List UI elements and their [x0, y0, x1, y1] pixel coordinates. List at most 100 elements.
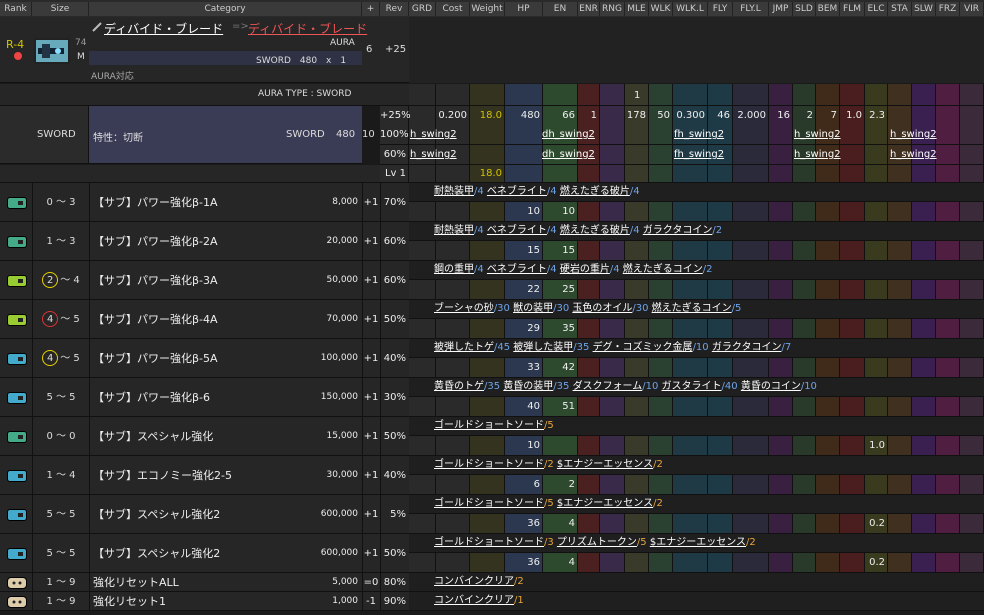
swing-motion-link[interactable]: fh_swing2	[674, 129, 724, 140]
stat-cell	[733, 241, 769, 261]
upgrade-stat-elc: 1.0	[869, 440, 885, 451]
arrow-chip-icon[interactable]	[7, 469, 27, 482]
material-link[interactable]: ガラクタコイン	[712, 342, 782, 353]
material-link[interactable]: 黄昏のトゲ	[434, 381, 484, 392]
material-link[interactable]: $エナジーエッセンス	[557, 459, 653, 470]
column-header[interactable]: Category	[89, 2, 362, 16]
material-link[interactable]: ゴールドショートソード	[434, 459, 544, 470]
material-link[interactable]: ゴールドショートソード	[434, 420, 544, 431]
column-header[interactable]: FLY.L	[733, 2, 769, 16]
stat-cell	[600, 84, 625, 106]
column-header[interactable]: FRZ	[936, 2, 960, 16]
material-count: /5	[731, 303, 742, 314]
arrow-chip-icon[interactable]	[7, 547, 27, 560]
sword-item-icon[interactable]	[34, 38, 70, 64]
column-header[interactable]: JMP	[769, 2, 793, 16]
material-count: /35	[553, 381, 570, 392]
face-icon[interactable]	[7, 576, 27, 589]
column-header[interactable]: STA	[888, 2, 912, 16]
material-link[interactable]: 燃えたぎるコイン	[652, 303, 732, 314]
swing-motion-link[interactable]: h_swing2	[410, 149, 457, 160]
material-link[interactable]: 黄昏の装甲	[503, 381, 553, 392]
arrow-chip-icon[interactable]	[7, 508, 27, 521]
item-name-link[interactable]: ディバイド・ブレード	[104, 20, 223, 37]
stat-cell	[600, 125, 625, 145]
stat-cell	[600, 397, 625, 417]
column-header[interactable]: VIR	[960, 2, 984, 16]
material-count: /2	[653, 459, 663, 470]
col-divider	[89, 222, 90, 261]
swing-motion-link[interactable]: h_swing2	[794, 129, 841, 140]
swing-motion-link[interactable]: dh_swing2	[542, 149, 595, 160]
column-header[interactable]: Weight	[470, 2, 505, 16]
swing-motion-link[interactable]: fh_swing2	[674, 149, 724, 160]
chip-icon[interactable]	[7, 235, 27, 248]
material-link[interactable]: 獣の装甲	[513, 303, 553, 314]
material-link[interactable]: ブーシャの砂	[434, 303, 494, 314]
material-link[interactable]: 被弾したトゲ	[434, 342, 494, 353]
column-header[interactable]: +	[362, 2, 380, 16]
column-header[interactable]: Rev	[380, 2, 409, 16]
material-link[interactable]: プリズムトークン	[557, 537, 637, 548]
column-header[interactable]: RNG	[600, 2, 625, 16]
material-link[interactable]: 耐熱装甲	[434, 186, 474, 197]
material-link[interactable]: 耐熱装甲	[434, 225, 474, 236]
material-link[interactable]: 燃えたぎるコイン	[623, 264, 703, 275]
column-header[interactable]: Cost	[436, 2, 470, 16]
material-link[interactable]: 鋼の重甲	[434, 264, 474, 275]
material-link[interactable]: 硬岩の重片	[560, 264, 610, 275]
material-link[interactable]: 被弾した装甲	[513, 342, 573, 353]
stat-cell	[769, 514, 793, 534]
arrow-chip-icon[interactable]	[7, 352, 27, 365]
material-link[interactable]: $エナジーエッセンス	[650, 537, 746, 548]
column-header[interactable]: ENR	[578, 2, 600, 16]
material-link[interactable]: 燃えたぎる破片	[560, 225, 630, 236]
material-link[interactable]: 玉色のオイル	[572, 303, 632, 314]
column-header[interactable]: FLY	[708, 2, 733, 16]
arrow-chip-icon[interactable]	[7, 391, 27, 404]
material-link[interactable]: ダスクフォーム	[573, 381, 643, 392]
swing-motion-link[interactable]: h_swing2	[794, 149, 841, 160]
column-header[interactable]: Rank	[0, 2, 32, 16]
battery-icon[interactable]	[7, 313, 27, 326]
face-icon[interactable]	[7, 595, 27, 608]
stat-cell	[733, 475, 769, 495]
material-link[interactable]: ゴールドショートソード	[434, 537, 544, 548]
upgrade-cost: 5,000	[332, 577, 358, 587]
column-header[interactable]: WLK	[649, 2, 673, 16]
material-link[interactable]: ガスタライト	[662, 381, 722, 392]
material-link[interactable]: $エナジーエッセンス	[557, 498, 653, 509]
material-link[interactable]: 燃えたぎる破片	[560, 186, 630, 197]
material-link[interactable]: コンバインクリア	[434, 576, 514, 587]
stat-cell	[733, 125, 769, 145]
chip-icon[interactable]	[7, 430, 27, 443]
column-header[interactable]: ELC	[865, 2, 888, 16]
material-link[interactable]: ベネブライト	[487, 186, 547, 197]
material-link[interactable]: ゴールドショートソード	[434, 498, 544, 509]
battery-icon[interactable]	[7, 274, 27, 287]
column-header[interactable]: MLE	[625, 2, 649, 16]
column-header[interactable]: SLW	[912, 2, 936, 16]
swing-motion-link[interactable]: h_swing2	[410, 129, 457, 140]
material-link[interactable]: 黄昏のコイン	[741, 381, 801, 392]
material-link[interactable]: ベネブライト	[487, 225, 547, 236]
column-header[interactable]: EN	[543, 2, 578, 16]
stat-mle: 178	[626, 110, 646, 121]
material-link[interactable]: ガラクタコイン	[643, 225, 713, 236]
column-header[interactable]: Size	[32, 2, 89, 16]
column-header[interactable]: FLM	[840, 2, 865, 16]
material-link[interactable]: デグ・コズミック金属	[593, 342, 693, 353]
column-header[interactable]: WLK.L	[673, 2, 708, 16]
column-header[interactable]: SLD	[793, 2, 816, 16]
material-link[interactable]: コンバインクリア	[434, 595, 514, 606]
column-header[interactable]: BEM	[816, 2, 840, 16]
swing-motion-link[interactable]: h_swing2	[890, 149, 937, 160]
item-name-to-link[interactable]: ディバイド・ブレード	[248, 20, 367, 37]
column-header[interactable]: HP	[505, 2, 543, 16]
swing-motion-link[interactable]: dh_swing2	[542, 129, 595, 140]
column-header[interactable]: GRD	[409, 2, 436, 16]
material-link[interactable]: ベネブライト	[487, 264, 547, 275]
stat-bem: 7	[830, 110, 837, 121]
chip-icon[interactable]	[7, 196, 27, 209]
swing-motion-link[interactable]: h_swing2	[890, 129, 937, 140]
